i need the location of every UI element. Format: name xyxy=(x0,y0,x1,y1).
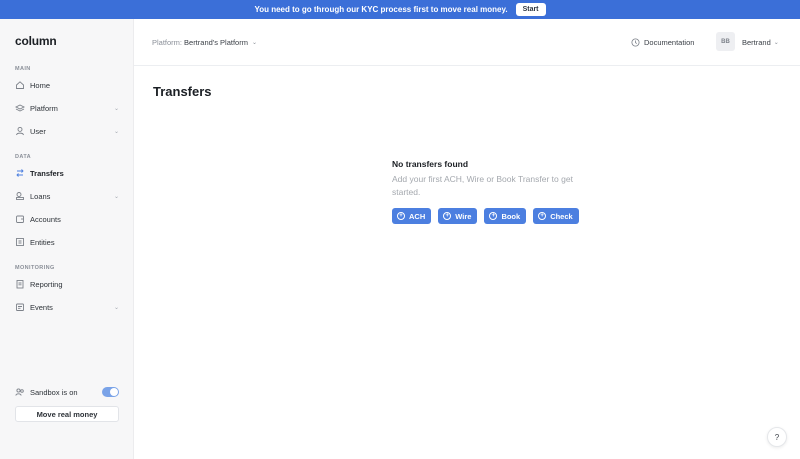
sandbox-row: Sandbox is on xyxy=(15,386,119,398)
chevron-down-icon: ⌄ xyxy=(113,105,119,112)
help-button[interactable]: ? xyxy=(767,427,787,447)
home-icon xyxy=(15,80,25,90)
documentation-label: Documentation xyxy=(644,38,695,47)
documentation-link[interactable]: Documentation xyxy=(631,38,694,47)
check-button[interactable]: + Check xyxy=(533,208,579,224)
transfer-actions: + ACH + Wire + Book + Check xyxy=(392,208,579,224)
sidebar-item-label: Loans xyxy=(30,191,51,201)
section-monitoring: MONITORING xyxy=(15,265,55,271)
sidebar-item-label: User xyxy=(30,126,46,136)
kyc-banner: You need to go through our KYC process f… xyxy=(0,0,800,19)
sidebar-item-label: Events xyxy=(30,302,53,312)
move-real-money-button[interactable]: Move real money xyxy=(15,406,119,422)
sidebar-item-accounts[interactable]: Accounts xyxy=(15,211,119,227)
sidebar-item-entities[interactable]: Entities xyxy=(15,234,119,250)
book-label: Book xyxy=(501,211,521,221)
wallet-icon xyxy=(15,214,25,224)
plus-circle-icon: + xyxy=(538,212,547,220)
sidebar-item-reporting[interactable]: Reporting xyxy=(15,276,119,292)
chevron-down-icon: ⌄ xyxy=(773,40,779,46)
sandbox-toggle[interactable] xyxy=(102,387,119,397)
sidebar-item-label: Entities xyxy=(30,237,55,247)
chevron-down-icon: ⌄ xyxy=(251,40,258,46)
help-circle-icon xyxy=(631,38,640,47)
sidebar-item-label: Reporting xyxy=(30,279,63,289)
check-label: Check xyxy=(550,211,573,221)
sidebar-item-transfers[interactable]: Transfers xyxy=(15,165,119,181)
section-main: MAIN xyxy=(15,66,31,72)
ach-button[interactable]: + ACH xyxy=(392,208,432,224)
sidebar-item-label: Transfers xyxy=(30,168,64,178)
arrows-icon xyxy=(15,168,25,178)
sidebar: column MAIN Home Platform ⌄ User ⌄ DATA … xyxy=(0,19,134,459)
platform-selector[interactable]: Platform: Bertrand's Platform ⌄ xyxy=(152,38,257,47)
kyc-banner-text: You need to go through our KYC process f… xyxy=(254,5,508,14)
sidebar-item-user[interactable]: User ⌄ xyxy=(15,123,119,139)
chevron-down-icon: ⌄ xyxy=(113,128,119,135)
layers-icon xyxy=(15,103,25,113)
plus-circle-icon: + xyxy=(443,212,452,220)
sidebar-item-label: Platform xyxy=(30,103,58,113)
wire-button[interactable]: + Wire xyxy=(438,208,478,224)
chevron-down-icon: ⌄ xyxy=(113,304,119,311)
kyc-start-button[interactable]: Start xyxy=(515,3,546,16)
platform-label: Platform: xyxy=(152,38,183,47)
sidebar-item-label: Accounts xyxy=(30,214,61,224)
user-menu[interactable]: Bertrand ⌄ xyxy=(742,38,779,47)
sidebar-item-platform[interactable]: Platform ⌄ xyxy=(15,100,119,116)
toggle-knob xyxy=(110,388,118,396)
coins-icon xyxy=(15,191,25,201)
page-title: Transfers xyxy=(153,84,212,99)
sandbox-label: Sandbox is on xyxy=(30,387,78,397)
empty-state-subtitle: Add your first ACH, Wire or Book Transfe… xyxy=(392,174,573,197)
avatar[interactable]: BB xyxy=(716,32,735,51)
plus-circle-icon: + xyxy=(397,212,405,220)
empty-state-title: No transfers found xyxy=(392,159,469,169)
user-icon xyxy=(15,126,25,136)
sidebar-item-events[interactable]: Events ⌄ xyxy=(15,299,119,315)
sidebar-item-loans[interactable]: Loans ⌄ xyxy=(15,188,119,204)
ach-label: ACH xyxy=(409,211,426,221)
plus-circle-icon: + xyxy=(489,212,498,220)
report-icon xyxy=(15,279,25,289)
users-icon xyxy=(15,387,25,397)
book-button[interactable]: + Book xyxy=(484,208,527,224)
user-name: Bertrand xyxy=(742,38,771,47)
top-header: Platform: Bertrand's Platform ⌄ Document… xyxy=(134,19,800,66)
sidebar-item-home[interactable]: Home xyxy=(15,77,119,93)
section-data: DATA xyxy=(15,154,32,160)
building-icon xyxy=(15,237,25,247)
wire-label: Wire xyxy=(455,211,472,221)
sidebar-item-label: Home xyxy=(30,80,51,90)
chevron-down-icon: ⌄ xyxy=(113,193,119,200)
events-icon xyxy=(15,302,25,312)
platform-value: Bertrand's Platform xyxy=(184,38,248,47)
app-logo[interactable]: column xyxy=(15,34,57,48)
